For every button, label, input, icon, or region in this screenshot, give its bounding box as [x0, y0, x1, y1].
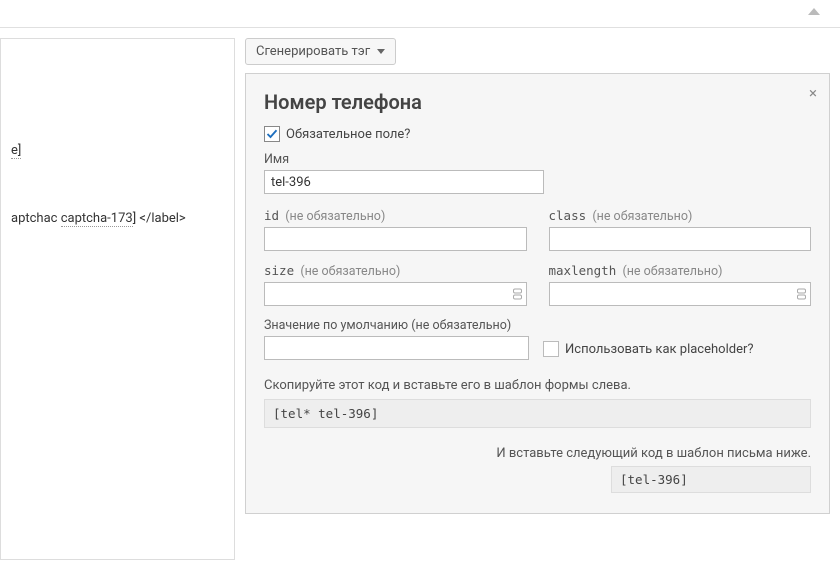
maxlength-input[interactable]	[549, 282, 812, 306]
class-label: class (не обязательно)	[549, 208, 812, 224]
number-spinner-icon[interactable]	[513, 289, 523, 300]
form-template-editor[interactable]: e] aptchac captcha-173] </label>	[0, 38, 235, 560]
generate-tag-button[interactable]: Сгенерировать тэг	[245, 38, 396, 65]
number-spinner-icon[interactable]	[797, 289, 807, 300]
required-checkbox[interactable]	[264, 126, 280, 142]
collapse-toggle-icon[interactable]	[808, 8, 820, 15]
generate-tag-label: Сгенерировать тэг	[256, 44, 370, 59]
copy-instruction: Скопируйте этот код и вставьте его в шаб…	[264, 378, 811, 393]
required-field-row: Обязательное поле?	[264, 126, 811, 142]
editor-line: e]	[11, 141, 224, 161]
size-input[interactable]	[264, 282, 527, 306]
size-label: size (не обязательно)	[264, 263, 527, 279]
tag-generator-panel: × Номер телефона Обязательное поле? Имя …	[245, 73, 830, 514]
name-input[interactable]	[264, 170, 544, 194]
meta-box-header	[0, 0, 840, 28]
name-field-block: Имя	[264, 152, 811, 194]
mail-shortcode-box[interactable]: [tel-396]	[611, 466, 811, 493]
placeholder-label: Использовать как placeholder?	[565, 342, 754, 357]
default-value-input[interactable]	[264, 336, 529, 360]
editor-fragment: e]	[11, 143, 21, 159]
id-input[interactable]	[264, 227, 527, 251]
id-label: id (не обязательно)	[264, 208, 527, 224]
panel-title: Номер телефона	[264, 90, 811, 114]
editor-line: aptchac captcha-173] </label>	[11, 209, 224, 229]
form-shortcode-box[interactable]: [tel* tel-396]	[264, 399, 811, 428]
close-icon[interactable]: ×	[809, 84, 817, 102]
id-class-row: id (не обязательно) class (не обязательн…	[264, 208, 811, 251]
required-label: Обязательное поле?	[286, 127, 410, 142]
editor-fragment: ] </label>	[133, 211, 186, 226]
chevron-down-icon	[377, 49, 385, 54]
work-area: e] aptchac captcha-173] </label> Сгенери…	[0, 28, 840, 577]
name-label: Имя	[264, 152, 811, 167]
mail-instruction: И вставьте следующий код в шаблон письма…	[264, 446, 811, 461]
mail-code-section: И вставьте следующий код в шаблон письма…	[264, 446, 811, 493]
right-column: Сгенерировать тэг × Номер телефона Обяза…	[245, 38, 830, 567]
editor-fragment: captcha-173	[61, 211, 133, 227]
class-input[interactable]	[549, 227, 812, 251]
default-value-row: Значение по умолчанию (не обязательно) И…	[264, 318, 811, 360]
placeholder-checkbox-row: Использовать как placeholder?	[543, 341, 754, 360]
size-maxlength-row: size (не обязательно) maxlength (не обяз…	[264, 263, 811, 306]
editor-fragment: aptchac	[11, 211, 61, 226]
placeholder-checkbox[interactable]	[543, 341, 559, 357]
maxlength-label: maxlength (не обязательно)	[549, 263, 812, 279]
left-column: e] aptchac captcha-173] </label>	[0, 38, 245, 567]
default-value-label: Значение по умолчанию (не обязательно)	[264, 318, 529, 333]
